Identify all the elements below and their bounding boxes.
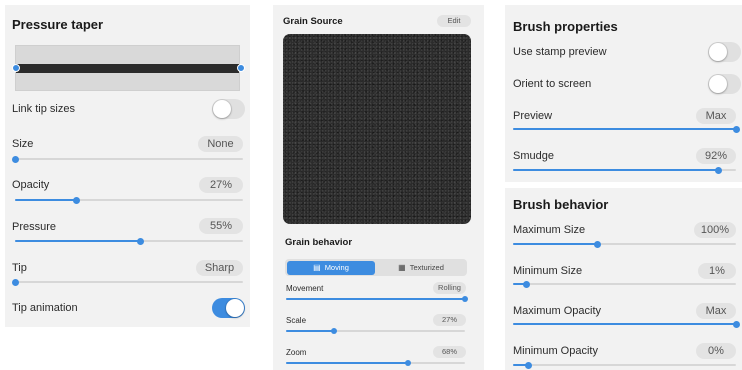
- link-tip-sizes-label: Link tip sizes: [12, 103, 75, 115]
- maximum-size-slider[interactable]: [513, 240, 736, 248]
- opacity-label: Opacity: [12, 179, 50, 191]
- moving-icon: ▤: [313, 262, 321, 272]
- minimum-opacity-value[interactable]: 0%: [696, 343, 736, 359]
- smudge-slider[interactable]: [513, 166, 736, 174]
- slider-knob[interactable]: [11, 155, 19, 163]
- minimum-size-slider[interactable]: [513, 280, 736, 288]
- slider-knob[interactable]: [732, 320, 740, 328]
- preview-label: Preview: [513, 110, 553, 122]
- zoom-label: Zoom: [286, 348, 307, 357]
- slider-fill: [286, 298, 465, 300]
- tab-texturized-label: Texturized: [409, 262, 444, 272]
- use-stamp-preview-toggle[interactable]: [708, 42, 741, 62]
- slider-knob[interactable]: [525, 361, 533, 369]
- slider-knob[interactable]: [404, 360, 411, 366]
- tip-label: Tip: [12, 262, 27, 274]
- slider-fill: [286, 330, 335, 332]
- minimum-opacity-slider[interactable]: [513, 361, 736, 369]
- slider-fill: [15, 199, 77, 201]
- maximum-opacity-value[interactable]: Max: [696, 303, 736, 319]
- pressure-taper-title: Pressure taper: [12, 17, 104, 32]
- brush-behavior-title: Brush behavior: [513, 197, 609, 212]
- preview-value[interactable]: Max: [696, 108, 736, 124]
- scale-value[interactable]: 27%: [433, 314, 466, 326]
- grain-source-title: Grain Source: [283, 16, 343, 27]
- size-value[interactable]: None: [198, 136, 243, 152]
- pressure-label: Pressure: [12, 221, 57, 233]
- tip-animation-label: Tip animation: [12, 302, 78, 314]
- texturized-icon: ▦: [398, 262, 406, 272]
- slider-fill: [513, 128, 736, 130]
- tab-moving-label: Moving: [324, 262, 349, 272]
- orient-to-screen-toggle[interactable]: [708, 74, 741, 94]
- tip-animation-toggle[interactable]: [212, 298, 245, 318]
- movement-label: Movement: [286, 284, 324, 293]
- slider-knob[interactable]: [11, 278, 19, 286]
- slider-fill: [513, 169, 719, 171]
- tab-texturized[interactable]: ▦ Texturized: [377, 261, 465, 275]
- tip-value[interactable]: Sharp: [196, 260, 243, 276]
- pressure-slider[interactable]: [15, 237, 243, 245]
- taper-bar: [16, 64, 239, 73]
- zoom-slider[interactable]: [286, 360, 465, 366]
- minimum-size-value[interactable]: 1%: [698, 263, 736, 279]
- zoom-value[interactable]: 68%: [433, 346, 466, 358]
- scale-label: Scale: [286, 316, 307, 325]
- minimum-opacity-label: Minimum Opacity: [513, 345, 598, 357]
- slider-knob[interactable]: [136, 237, 144, 245]
- smudge-label: Smudge: [513, 150, 554, 162]
- toggle-thumb: [709, 75, 727, 93]
- slider-fill: [513, 323, 736, 325]
- brush-properties-title: Brush properties: [513, 19, 618, 34]
- movement-value[interactable]: Rolling: [433, 282, 466, 294]
- orient-to-screen-label: Orient to screen: [513, 78, 592, 90]
- size-slider[interactable]: [11, 155, 243, 163]
- slider-knob[interactable]: [462, 296, 468, 302]
- maximum-size-value[interactable]: 100%: [694, 222, 736, 238]
- pressure-taper-panel: Pressure taper Link tip sizes Size None …: [5, 5, 250, 327]
- link-tip-sizes-toggle[interactable]: [212, 99, 245, 119]
- slider-knob[interactable]: [73, 196, 81, 204]
- taper-start-handle[interactable]: [12, 64, 20, 72]
- slider-knob[interactable]: [732, 125, 740, 133]
- toggle-thumb: [213, 100, 231, 118]
- toggle-thumb: [226, 299, 244, 317]
- section-divider: [505, 182, 742, 188]
- preview-slider[interactable]: [513, 125, 740, 133]
- pressure-value[interactable]: 55%: [199, 218, 243, 234]
- opacity-value[interactable]: 27%: [199, 177, 243, 193]
- smudge-value[interactable]: 92%: [696, 148, 736, 164]
- scale-slider[interactable]: [286, 328, 465, 334]
- brush-panel: Brush properties Use stamp preview Orien…: [505, 5, 742, 370]
- grain-mode-segmented-control[interactable]: ▤ Moving ▦ Texturized: [285, 259, 467, 276]
- slider-knob[interactable]: [522, 280, 530, 288]
- slider-knob[interactable]: [594, 240, 602, 248]
- use-stamp-preview-label: Use stamp preview: [513, 46, 607, 58]
- grain-texture-preview[interactable]: [283, 34, 471, 224]
- maximum-size-label: Maximum Size: [513, 224, 586, 236]
- maximum-opacity-label: Maximum Opacity: [513, 305, 602, 317]
- slider-knob[interactable]: [331, 328, 338, 334]
- toggle-thumb: [709, 43, 727, 61]
- minimum-size-label: Minimum Size: [513, 265, 583, 277]
- grain-panel: Grain Source Edit Grain behavior ▤ Moving…: [273, 5, 484, 370]
- grain-behavior-title: Grain behavior: [285, 237, 353, 248]
- tab-moving[interactable]: ▤ Moving: [287, 260, 375, 275]
- tip-slider[interactable]: [11, 278, 243, 286]
- opacity-slider[interactable]: [15, 196, 243, 204]
- slider-fill: [286, 362, 408, 364]
- slider-fill: [15, 240, 141, 242]
- slider-knob[interactable]: [714, 166, 722, 174]
- grain-edit-button[interactable]: Edit: [437, 15, 471, 27]
- size-label: Size: [12, 138, 34, 150]
- maximum-opacity-slider[interactable]: [513, 320, 740, 328]
- slider-fill: [513, 243, 598, 245]
- taper-end-handle[interactable]: [237, 64, 245, 72]
- movement-slider[interactable]: [286, 296, 468, 302]
- taper-graph[interactable]: [12, 45, 245, 91]
